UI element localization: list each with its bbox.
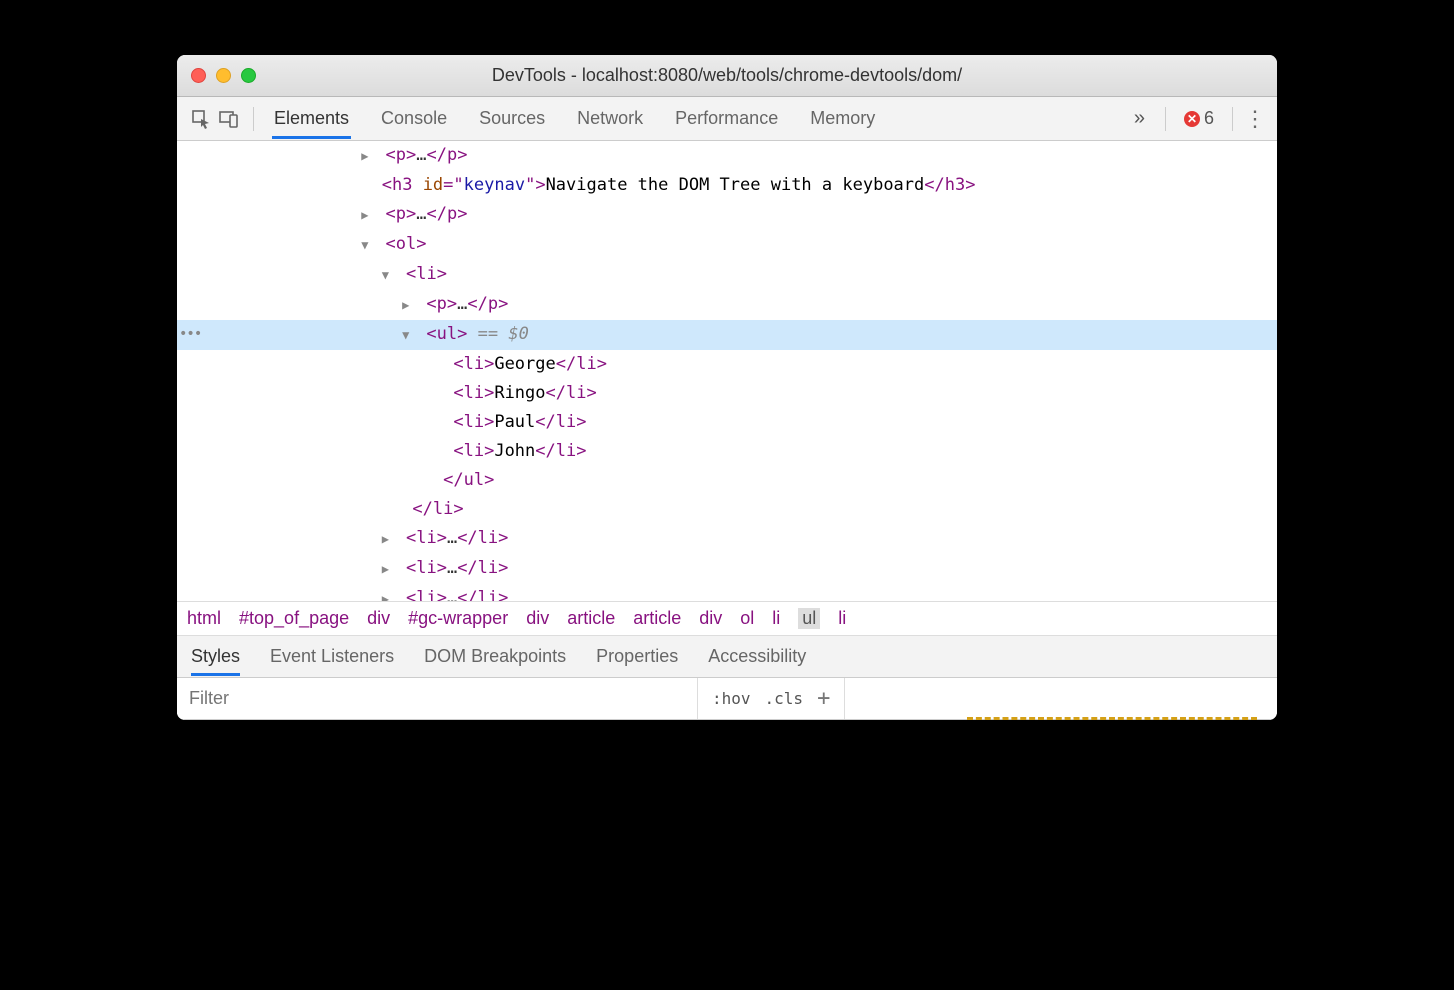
collapse-arrow-icon[interactable]: ▼ <box>402 321 416 350</box>
error-icon: ✕ <box>1184 111 1200 127</box>
dom-node-selected[interactable]: ••• ▼ <ul> == $0 <box>177 320 1277 350</box>
breadcrumb-item[interactable]: li <box>772 608 780 629</box>
breadcrumb-item[interactable]: div <box>699 608 722 629</box>
dom-node[interactable]: ▼ <li> <box>177 260 1277 290</box>
tab-sources[interactable]: Sources <box>477 98 547 139</box>
tab-memory[interactable]: Memory <box>808 98 877 139</box>
dom-node[interactable]: ▶ <p>…</p> <box>177 141 1277 171</box>
dom-node[interactable]: ▶ <li>…</li> <box>177 554 1277 584</box>
cls-toggle[interactable]: .cls <box>765 689 804 708</box>
subtab-accessibility[interactable]: Accessibility <box>708 637 806 676</box>
expand-arrow-icon[interactable]: ▶ <box>382 555 396 584</box>
more-tabs-icon[interactable]: » <box>1124 107 1155 130</box>
dom-node[interactable]: ▶ <p>…</p> <box>177 200 1277 230</box>
dom-node[interactable]: ▶ <li>…</li> <box>177 584 1277 601</box>
inspect-icon[interactable] <box>187 105 215 133</box>
dom-node[interactable]: <li>John</li> <box>177 437 1277 466</box>
breadcrumb-item[interactable]: article <box>567 608 615 629</box>
device-toggle-icon[interactable] <box>215 105 243 133</box>
dom-node[interactable]: ▶ <p>…</p> <box>177 290 1277 320</box>
separator <box>1165 107 1166 131</box>
dom-node[interactable]: <li>George</li> <box>177 350 1277 379</box>
dom-tree[interactable]: ▶ <p>…</p> <h3 id="keynav">Navigate the … <box>177 141 1277 601</box>
margin-box-icon <box>967 717 1257 720</box>
dom-node[interactable]: </li> <box>177 495 1277 524</box>
traffic-lights <box>191 68 256 83</box>
dom-node[interactable]: <li>Ringo</li> <box>177 379 1277 408</box>
tab-elements[interactable]: Elements <box>272 98 351 139</box>
tab-network[interactable]: Network <box>575 98 645 139</box>
dom-node[interactable]: <li>Paul</li> <box>177 408 1277 437</box>
collapse-arrow-icon[interactable]: ▼ <box>361 231 375 260</box>
styles-filter-bar: :hov .cls + <box>177 678 1277 720</box>
box-model-preview <box>844 678 1277 719</box>
gutter-dots-icon[interactable]: ••• <box>179 320 201 349</box>
zoom-icon[interactable] <box>241 68 256 83</box>
error-badge[interactable]: ✕ 6 <box>1176 108 1222 129</box>
subtab-event-listeners[interactable]: Event Listeners <box>270 637 394 676</box>
breadcrumb: html #top_of_page div #gc-wrapper div ar… <box>177 601 1277 636</box>
breadcrumb-item[interactable]: li <box>838 608 846 629</box>
expand-arrow-icon[interactable]: ▶ <box>382 585 396 601</box>
expand-arrow-icon[interactable]: ▶ <box>402 291 416 320</box>
expand-arrow-icon[interactable]: ▶ <box>361 201 375 230</box>
window-title: DevTools - localhost:8080/web/tools/chro… <box>177 65 1277 86</box>
expand-arrow-icon[interactable]: ▶ <box>382 525 396 554</box>
tab-console[interactable]: Console <box>379 98 449 139</box>
subtab-styles[interactable]: Styles <box>191 637 240 676</box>
panel-tabs: Elements Console Sources Network Perform… <box>272 98 1124 139</box>
breadcrumb-item[interactable]: html <box>187 608 221 629</box>
breadcrumb-item[interactable]: #top_of_page <box>239 608 349 629</box>
breadcrumb-item[interactable]: #gc-wrapper <box>408 608 508 629</box>
subtab-dom-breakpoints[interactable]: DOM Breakpoints <box>424 637 566 676</box>
filter-input[interactable] <box>177 678 697 719</box>
subtab-properties[interactable]: Properties <box>596 637 678 676</box>
devtools-window: DevTools - localhost:8080/web/tools/chro… <box>177 55 1277 720</box>
minimize-icon[interactable] <box>216 68 231 83</box>
breadcrumb-item[interactable]: div <box>367 608 390 629</box>
separator <box>1232 107 1233 131</box>
breadcrumb-item[interactable]: ol <box>740 608 754 629</box>
main-toolbar: Elements Console Sources Network Perform… <box>177 97 1277 141</box>
error-count: 6 <box>1204 108 1214 129</box>
add-rule-button[interactable]: + <box>817 686 830 711</box>
settings-menu-icon[interactable]: ⋮ <box>1243 106 1267 132</box>
breadcrumb-item-selected[interactable]: ul <box>798 608 820 629</box>
separator <box>253 107 254 131</box>
expand-arrow-icon[interactable]: ▶ <box>361 142 375 171</box>
collapse-arrow-icon[interactable]: ▼ <box>382 261 396 290</box>
titlebar: DevTools - localhost:8080/web/tools/chro… <box>177 55 1277 97</box>
dom-node[interactable]: </ul> <box>177 466 1277 495</box>
breadcrumb-item[interactable]: article <box>633 608 681 629</box>
styles-tools: :hov .cls + <box>697 678 844 719</box>
styles-pane-tabs: Styles Event Listeners DOM Breakpoints P… <box>177 636 1277 678</box>
hov-toggle[interactable]: :hov <box>712 689 751 708</box>
dom-node[interactable]: ▼ <ol> <box>177 230 1277 260</box>
tab-performance[interactable]: Performance <box>673 98 780 139</box>
close-icon[interactable] <box>191 68 206 83</box>
dom-node[interactable]: ▶ <li>…</li> <box>177 524 1277 554</box>
breadcrumb-item[interactable]: div <box>526 608 549 629</box>
dom-node[interactable]: <h3 id="keynav">Navigate the DOM Tree wi… <box>177 171 1277 200</box>
